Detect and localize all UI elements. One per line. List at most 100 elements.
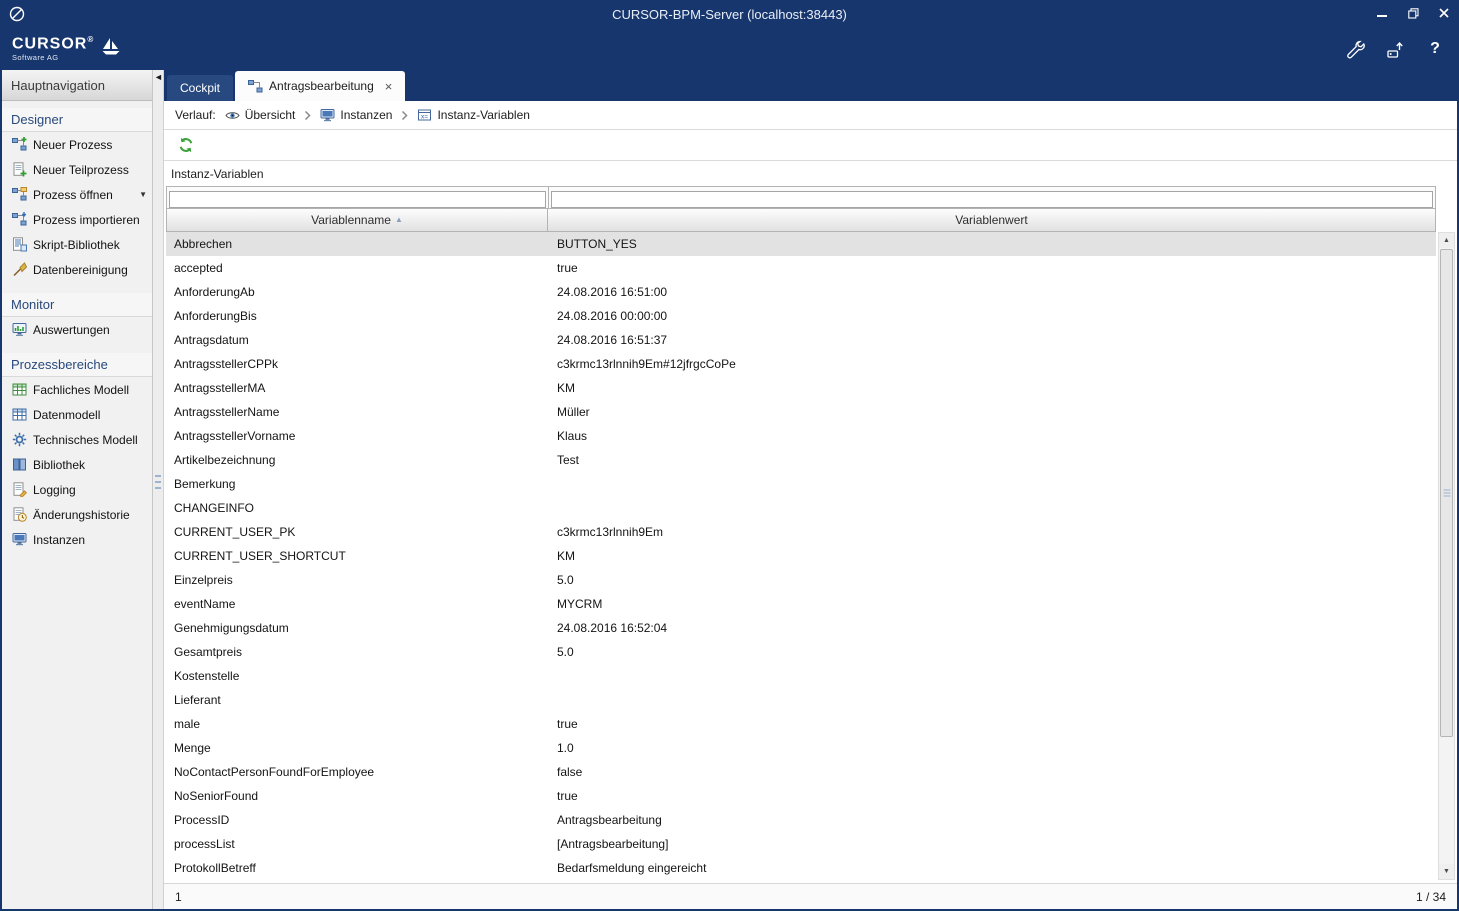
table-row[interactable]: CURRENT_USER_PKc3krmc13rlnnih9Em <box>166 520 1436 544</box>
reports-icon <box>12 322 27 337</box>
table-row[interactable]: Antragsdatum24.08.2016 16:51:37 <box>166 328 1436 352</box>
table-row[interactable]: Einzelpreis5.0 <box>166 568 1436 592</box>
variablenname-filter-input[interactable] <box>169 191 546 208</box>
scroll-down-icon[interactable]: ▼ <box>1439 864 1454 879</box>
sidebar-item-neuer-teilprozess[interactable]: Neuer Teilprozess <box>2 157 152 182</box>
scroll-up-icon[interactable]: ▲ <box>1439 233 1454 248</box>
tab-cockpit[interactable]: Cockpit <box>167 75 233 101</box>
sidebar-item-technisches-modell[interactable]: Technisches Modell <box>2 427 152 452</box>
sidebar-item-datenmodell[interactable]: Datenmodell <box>2 402 152 427</box>
column-header-label: Variablenname <box>311 213 391 227</box>
variablenwert-filter-input[interactable] <box>551 191 1433 208</box>
section-header-designer: Designer <box>2 108 152 132</box>
table-row[interactable]: Lieferant <box>166 688 1436 712</box>
variable-value-cell: Antragsbearbeitung <box>548 813 1436 827</box>
column-header-variablenname[interactable]: Variablenname ▲ <box>166 209 548 232</box>
table-row[interactable]: AntragsstellerNameMüller <box>166 400 1436 424</box>
sidebar-item-prozess-importieren[interactable]: Prozess importieren <box>2 207 152 232</box>
refresh-button[interactable] <box>175 134 197 156</box>
variable-name-cell: AntragsstellerVorname <box>166 429 548 443</box>
table-row[interactable]: acceptedtrue <box>166 256 1436 280</box>
table-row[interactable]: AnforderungBis24.08.2016 00:00:00 <box>166 304 1436 328</box>
script-library-icon <box>12 237 27 252</box>
sidebar-item-auswertungen[interactable]: Auswertungen <box>2 317 152 342</box>
table-row[interactable]: Bemerkung <box>166 472 1436 496</box>
titlebar: CURSOR-BPM-Server (localhost:38443) <box>0 0 1459 28</box>
variable-value-cell: 5.0 <box>548 573 1436 587</box>
splitter-grip[interactable] <box>155 475 161 489</box>
titlebar-tools: ? <box>1345 39 1445 59</box>
variable-value-cell: BUTTON_YES <box>548 237 1436 251</box>
column-header-variablenwert[interactable]: Variablenwert <box>548 209 1436 232</box>
column-header-label: Variablenwert <box>955 213 1027 227</box>
sidebar-item-fachliches-modell[interactable]: Fachliches Modell <box>2 377 152 402</box>
table-row[interactable]: eventNameMYCRM <box>166 592 1436 616</box>
status-row-count: 1 <box>175 890 182 904</box>
sidebar-item-datenbereinigung[interactable]: Datenbereinigung <box>2 257 152 282</box>
table-row[interactable]: AbbrechenBUTTON_YES <box>166 232 1436 256</box>
sidebar-item-instanzen[interactable]: Instanzen <box>2 527 152 552</box>
maximize-icon[interactable] <box>1406 7 1420 19</box>
table-row[interactable]: AntragsstellerMAKM <box>166 376 1436 400</box>
sidebar-item-label: Datenbereinigung <box>33 263 128 277</box>
sidebar-item-label: Neuer Prozess <box>33 138 112 152</box>
business-model-icon <box>12 382 27 397</box>
table-row[interactable]: Genehmigungsdatum24.08.2016 16:52:04 <box>166 616 1436 640</box>
breadcrumb-item-uebersicht[interactable]: Übersicht <box>225 108 296 123</box>
sidebar-item-neuer-prozess[interactable]: Neuer Prozess <box>2 132 152 157</box>
close-icon[interactable] <box>1437 7 1451 19</box>
sidebar-splitter[interactable]: ◄ <box>153 70 164 909</box>
variable-value-cell: true <box>548 789 1436 803</box>
sidebar-item-label: Prozess öffnen <box>33 188 113 202</box>
filter-cell-variablenwert <box>548 186 1436 209</box>
table-row[interactable]: ProcessIDAntragsbearbeitung <box>166 808 1436 832</box>
breadcrumb-item-instanzen[interactable]: Instanzen <box>320 108 392 123</box>
tab-close-icon[interactable]: × <box>385 80 393 93</box>
variable-value-cell: 24.08.2016 16:52:04 <box>548 621 1436 635</box>
breadcrumb-item-instanz-variablen[interactable]: x=Instanz-Variablen <box>417 108 530 123</box>
table-row[interactable]: processList[Antragsbearbeitung] <box>166 832 1436 856</box>
sidebar-item-bibliothek[interactable]: Bibliothek <box>2 452 152 477</box>
table-row[interactable]: CURRENT_USER_SHORTCUTKM <box>166 544 1436 568</box>
sidebar-item-skript-bibliothek[interactable]: Skript-Bibliothek <box>2 232 152 257</box>
collapse-left-icon[interactable]: ◄ <box>154 73 163 82</box>
variable-name-cell: Kostenstelle <box>166 669 548 683</box>
table-row[interactable]: maletrue <box>166 712 1436 736</box>
table-row[interactable]: AnforderungAb24.08.2016 16:51:00 <box>166 280 1436 304</box>
tools-icon[interactable] <box>1345 39 1365 59</box>
sort-ascending-icon: ▲ <box>395 216 403 224</box>
variable-name-cell: NoSeniorFound <box>166 789 548 803</box>
table-row[interactable]: Menge1.0 <box>166 736 1436 760</box>
window-controls <box>1375 7 1451 19</box>
table-row[interactable]: NoContactPersonFoundForEmployeefalse <box>166 760 1436 784</box>
table-row[interactable]: NoSeniorFoundtrue <box>166 784 1436 808</box>
table-row[interactable]: ProtokollBetreffBedarfsmeldung eingereic… <box>166 856 1436 880</box>
logo-name: CURSOR® <box>12 36 94 52</box>
sidebar-header: Hauptnavigation <box>2 70 152 101</box>
table-row[interactable]: ArtikelbezeichnungTest <box>166 448 1436 472</box>
change-history-icon <box>12 507 27 522</box>
variable-value-cell: c3krmc13rlnnih9Em <box>548 525 1436 539</box>
tab-antragsbearbeitung[interactable]: Antragsbearbeitung× <box>235 71 405 101</box>
table-row[interactable]: Gesamtpreis5.0 <box>166 640 1436 664</box>
table-area: Instanz-Variablen Variablenname ▲ <box>164 161 1457 883</box>
scrollbar-thumb[interactable] <box>1440 249 1453 737</box>
variable-name-cell: ProtokollBetreff <box>166 861 548 875</box>
sidebar-item-label: Neuer Teilprozess <box>33 163 129 177</box>
table-row[interactable]: AntragsstellerCPPkc3krmc13rlnnih9Em#12jf… <box>166 352 1436 376</box>
sidebar-item-prozess-oeffnen[interactable]: Prozess öffnen ▼ <box>2 182 152 207</box>
dropdown-caret-icon[interactable]: ▼ <box>139 190 147 199</box>
minimize-icon[interactable] <box>1375 7 1389 19</box>
vertical-scrollbar[interactable]: ▲ ▼ <box>1438 232 1455 880</box>
variable-value-cell: true <box>548 717 1436 731</box>
deploy-icon[interactable] <box>1385 39 1405 59</box>
sailboat-icon <box>100 36 122 58</box>
instances-icon <box>12 532 27 547</box>
sidebar-item-label: Prozess importieren <box>33 213 140 227</box>
sidebar-item-aenderungshistorie[interactable]: Änderungshistorie <box>2 502 152 527</box>
table-row[interactable]: Kostenstelle <box>166 664 1436 688</box>
table-row[interactable]: AntragsstellerVornameKlaus <box>166 424 1436 448</box>
help-icon[interactable]: ? <box>1425 39 1445 59</box>
sidebar-item-logging[interactable]: Logging <box>2 477 152 502</box>
table-row[interactable]: CHANGEINFO <box>166 496 1436 520</box>
